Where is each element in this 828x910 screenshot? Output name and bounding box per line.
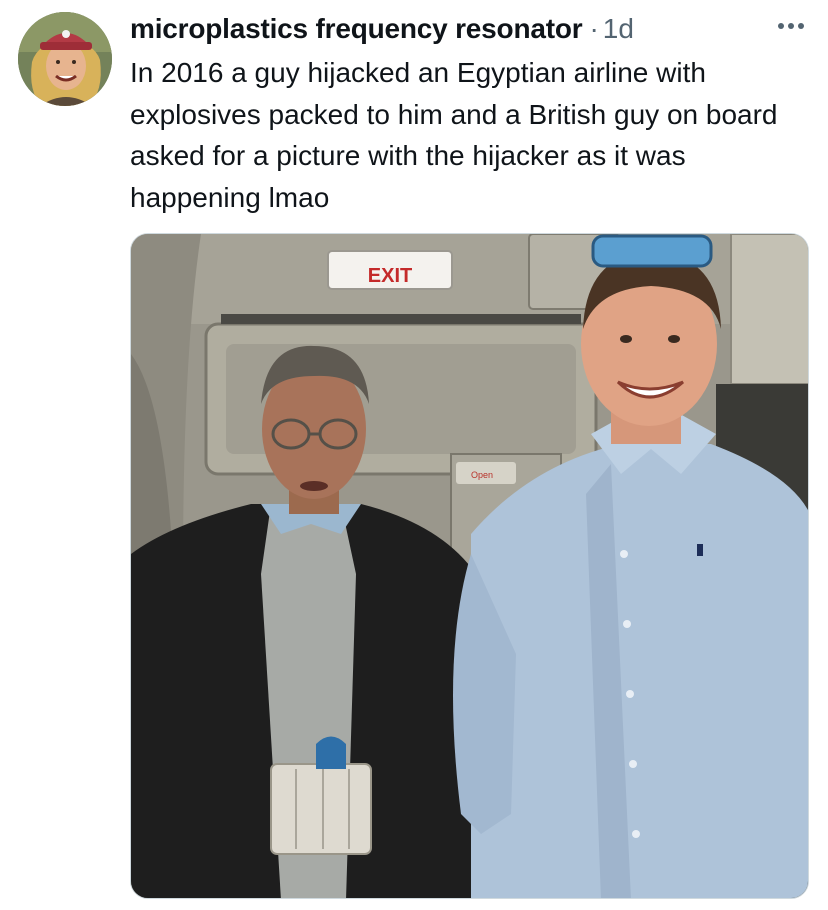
tweet-timestamp[interactable]: 1d	[603, 13, 634, 45]
exit-sign-text: EXIT	[368, 265, 412, 287]
panel-label: Open	[471, 470, 493, 480]
more-horizontal-icon	[777, 17, 805, 35]
tweet-header: microplastics frequency resonator · 1d	[130, 9, 808, 49]
header-separator: ·	[589, 13, 599, 44]
tweet-photo[interactable]: EXIT Open	[130, 233, 809, 899]
author-display-name[interactable]: microplastics frequency resonator	[130, 13, 583, 45]
tweet-text: In 2016 a guy hijacked an Egyptian airli…	[130, 57, 778, 213]
more-options-button[interactable]	[774, 11, 808, 41]
author-avatar[interactable]	[18, 12, 112, 106]
